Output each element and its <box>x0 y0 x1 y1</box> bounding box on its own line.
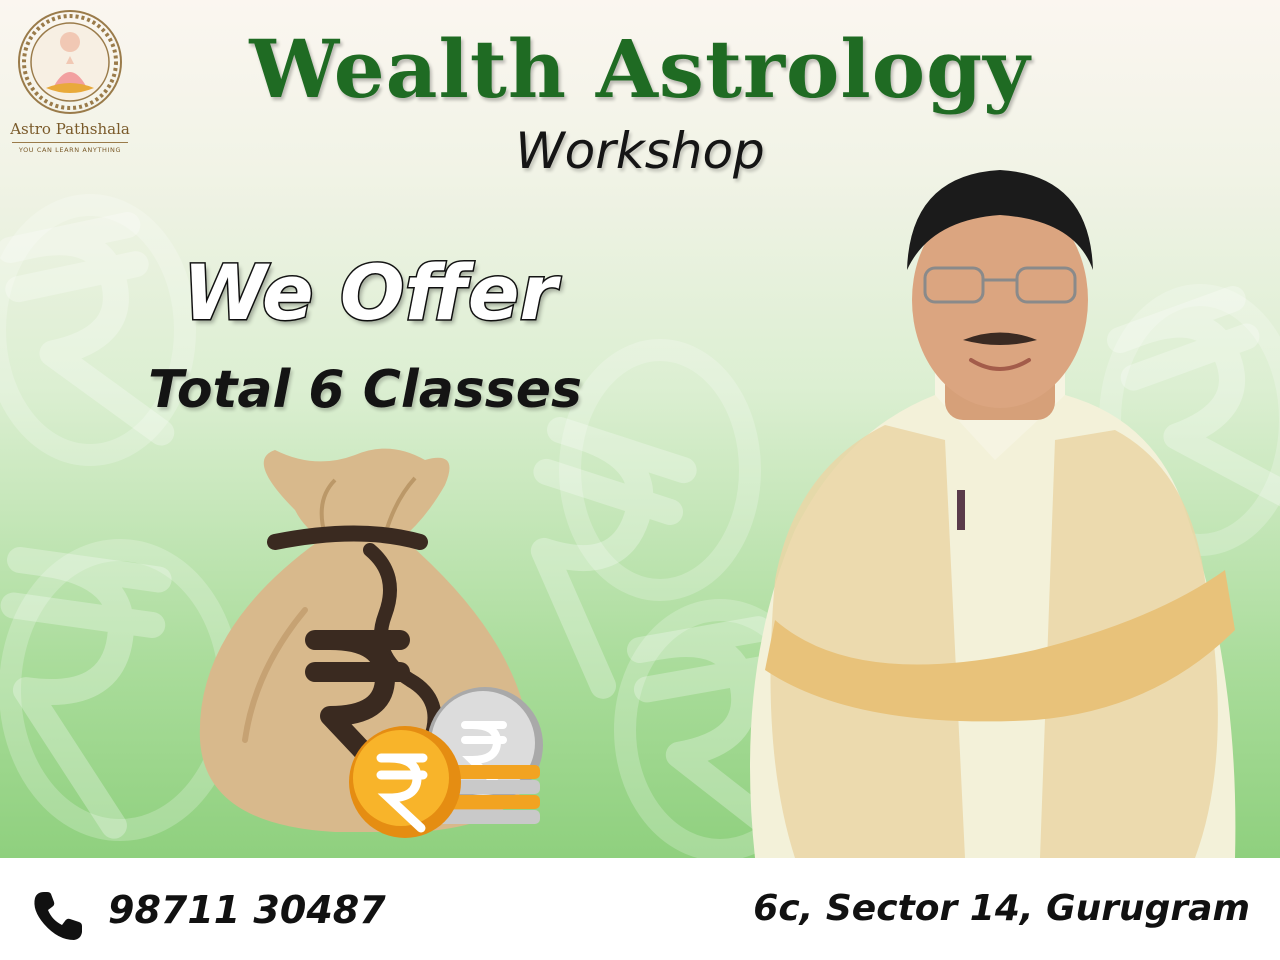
offer-detail: Total 6 Classes <box>148 360 582 420</box>
phone-icon <box>34 892 82 940</box>
logo-divider <box>12 142 128 143</box>
brand-name: Astro Pathshala <box>10 120 130 138</box>
hero-section: Astro Pathshala YOU CAN LEARN ANYTHING W… <box>0 0 1280 858</box>
logo-emblem-icon <box>18 10 122 114</box>
address: 6c, Sector 14, Gurugram <box>753 888 1250 929</box>
gold-coin-icon <box>349 726 461 838</box>
contact-footer: 98711 30487 6c, Sector 14, Gurugram <box>0 858 1280 960</box>
brand-logo: Astro Pathshala YOU CAN LEARN ANYTHING <box>8 8 132 158</box>
headline-title: Wealth Astrology <box>249 22 1031 116</box>
presenter-photo <box>750 170 1236 858</box>
money-bag-icon <box>199 448 543 838</box>
workshop-poster: Astro Pathshala YOU CAN LEARN ANYTHING W… <box>0 0 1280 960</box>
phone-number: 98711 30487 <box>108 888 386 932</box>
offer-heading: We Offer <box>182 247 559 339</box>
brand-tagline: YOU CAN LEARN ANYTHING <box>18 146 122 154</box>
